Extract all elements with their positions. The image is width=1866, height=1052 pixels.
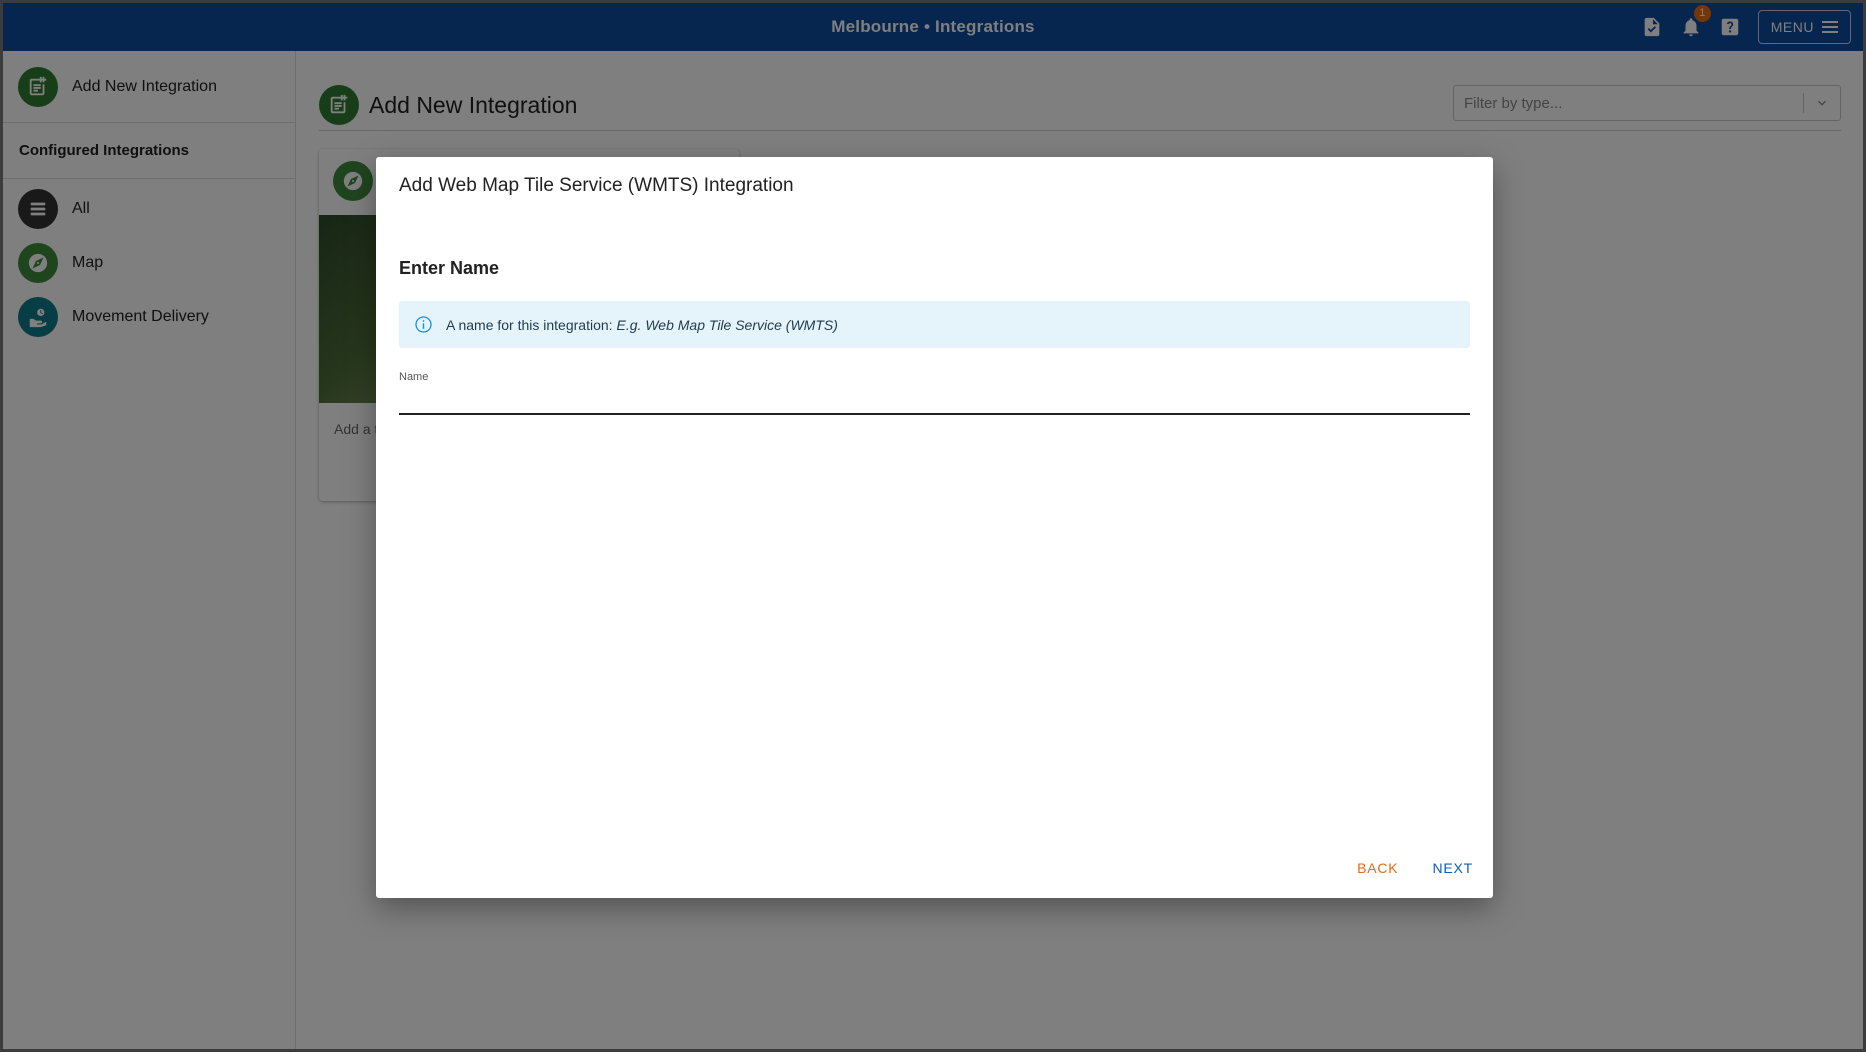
next-button[interactable]: NEXT [1432,854,1473,882]
step-title: Enter Name [399,258,500,278]
info-banner: A name for this integration: E.g. Web Ma… [399,301,1470,348]
name-field-label: Name [399,371,429,383]
info-example: E.g. Web Map Tile Service (WMTS) [616,316,838,333]
back-button[interactable]: BACK [1357,854,1398,882]
name-field[interactable] [399,385,1470,415]
add-integration-dialog: Add Web Map Tile Service (WMTS) Integrat… [376,157,1493,898]
info-text: A name for this integration: [446,316,613,333]
dialog-actions: BACK NEXT [1323,854,1473,882]
info-icon [415,316,432,333]
dialog-title: Add Web Map Tile Service (WMTS) Integrat… [399,175,794,196]
